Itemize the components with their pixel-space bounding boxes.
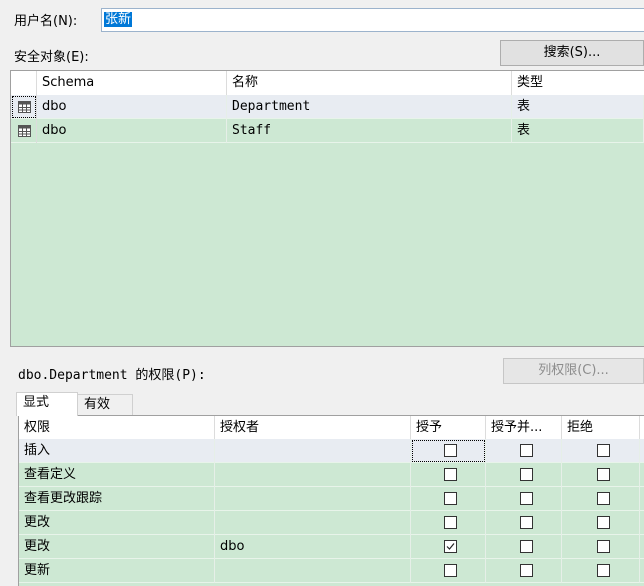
securables-grid[interactable]: Schema 名称 类型 dbo Department 表 dbo Staff … — [10, 70, 644, 347]
deny-checkbox[interactable] — [597, 516, 610, 529]
row-header-corner — [11, 71, 37, 95]
with-grant-cell — [486, 535, 562, 559]
permission-row[interactable]: 查看更改跟踪 — [19, 487, 644, 511]
cell-grantor — [215, 439, 411, 463]
deny-checkbox[interactable] — [597, 564, 610, 577]
with-grant-cell — [486, 463, 562, 487]
cell-name: Department — [227, 95, 512, 119]
cell-permission: 更改 — [19, 511, 215, 535]
permissions-label: dbo.Department 的权限(P): — [18, 368, 206, 383]
column-header-schema[interactable]: Schema — [37, 71, 227, 95]
cell-permission: 查看更改跟踪 — [19, 487, 215, 511]
username-label: 用户名(N): — [14, 14, 78, 29]
row-header[interactable] — [11, 119, 37, 143]
deny-cell — [562, 535, 640, 559]
row-header[interactable] — [11, 95, 37, 119]
with-grant-checkbox[interactable] — [520, 468, 533, 481]
deny-cell — [562, 559, 640, 583]
cell-permission: 插入 — [19, 439, 215, 463]
grant-checkbox[interactable] — [444, 444, 457, 457]
with-grant-checkbox[interactable] — [520, 492, 533, 505]
tab-explicit[interactable]: 显式 — [16, 392, 78, 416]
column-header-grant[interactable]: 授予 — [411, 416, 486, 439]
permission-row[interactable]: 插入 — [19, 439, 644, 463]
permission-row[interactable]: 更新 — [19, 559, 644, 583]
tab-effective[interactable]: 有效 — [77, 394, 133, 416]
column-header-name[interactable]: 名称 — [227, 71, 512, 95]
securables-label: 安全对象(E): — [14, 50, 89, 65]
column-header-deny[interactable]: 拒绝 — [562, 416, 640, 439]
with-grant-checkbox[interactable] — [520, 444, 533, 457]
grant-cell — [411, 463, 486, 487]
table-icon — [18, 101, 31, 113]
permission-row[interactable]: 更改 — [19, 511, 644, 535]
grant-cell — [411, 439, 486, 463]
deny-cell — [562, 439, 640, 463]
with-grant-checkbox[interactable] — [520, 540, 533, 553]
with-grant-cell — [486, 559, 562, 583]
cell-grantor — [215, 487, 411, 511]
deny-checkbox[interactable] — [597, 492, 610, 505]
with-grant-checkbox[interactable] — [520, 516, 533, 529]
deny-cell — [562, 463, 640, 487]
permission-row[interactable]: 更改 dbo — [19, 535, 644, 559]
permissions-grid[interactable]: 权限 授权者 授予 授予并... 拒绝 插入 查看定义 查看更改跟踪 更改 更改 dbo 更… — [18, 415, 644, 586]
column-permissions-button[interactable]: 列权限(C)... — [503, 358, 644, 384]
cell-permission: 更新 — [19, 559, 215, 583]
grant-checkbox[interactable] — [444, 492, 457, 505]
cell-name: Staff — [227, 119, 512, 143]
grant-checkbox[interactable] — [444, 540, 457, 553]
deny-checkbox[interactable] — [597, 540, 610, 553]
cell-type: 表 — [512, 95, 644, 119]
deny-checkbox[interactable] — [597, 444, 610, 457]
permission-row[interactable]: 查看定义 — [19, 463, 644, 487]
cell-permission: 更改 — [19, 535, 215, 559]
checkmark-icon — [446, 543, 455, 550]
securable-row[interactable]: dbo Staff 表 — [11, 119, 644, 143]
securable-row[interactable]: dbo Department 表 — [11, 95, 644, 119]
grant-cell — [411, 535, 486, 559]
securables-grid-header: Schema 名称 类型 — [11, 71, 644, 96]
column-header-type[interactable]: 类型 — [512, 71, 644, 95]
cell-grantor — [215, 559, 411, 583]
with-grant-cell — [486, 439, 562, 463]
deny-checkbox[interactable] — [597, 468, 610, 481]
column-header-permission[interactable]: 权限 — [19, 416, 215, 439]
grant-cell — [411, 559, 486, 583]
table-icon — [18, 125, 31, 137]
permissions-grid-header: 权限 授权者 授予 授予并... 拒绝 — [19, 416, 644, 440]
cell-schema: dbo — [37, 119, 227, 143]
cell-type: 表 — [512, 119, 644, 143]
grant-checkbox[interactable] — [444, 516, 457, 529]
with-grant-cell — [486, 487, 562, 511]
grant-checkbox[interactable] — [444, 468, 457, 481]
column-header-grantor[interactable]: 授权者 — [215, 416, 411, 439]
grant-checkbox[interactable] — [444, 564, 457, 577]
cell-schema: dbo — [37, 95, 227, 119]
column-header-with-grant[interactable]: 授予并... — [486, 416, 562, 439]
cell-permission: 查看定义 — [19, 463, 215, 487]
with-grant-cell — [486, 511, 562, 535]
deny-cell — [562, 511, 640, 535]
search-button[interactable]: 搜索(S)... — [500, 40, 644, 66]
cell-grantor — [215, 463, 411, 487]
username-value: 张新 — [104, 12, 133, 27]
username-input[interactable]: 张新 — [101, 8, 644, 32]
cell-grantor: dbo — [215, 535, 411, 559]
grant-cell — [411, 487, 486, 511]
cell-grantor — [215, 511, 411, 535]
with-grant-checkbox[interactable] — [520, 564, 533, 577]
deny-cell — [562, 487, 640, 511]
grant-cell — [411, 511, 486, 535]
